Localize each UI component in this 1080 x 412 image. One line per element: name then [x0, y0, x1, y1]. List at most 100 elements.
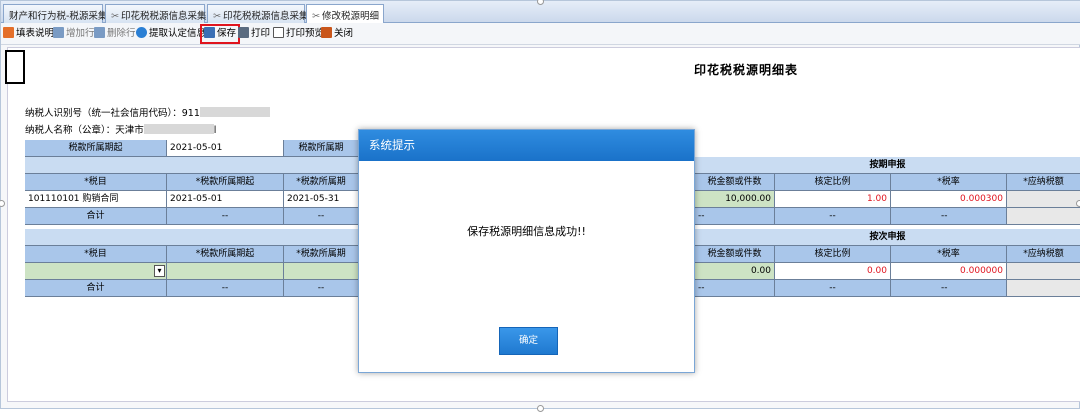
print-preview-button[interactable]: 打印预览	[273, 26, 324, 42]
subtotal-ratio: --	[775, 208, 891, 225]
delete-row-icon	[94, 27, 105, 38]
subtotal-end: --	[284, 208, 359, 225]
button-label: 保存	[217, 28, 237, 39]
redacted-block	[199, 107, 270, 117]
col-ratio-header: 核定比例	[775, 246, 891, 263]
print-button[interactable]: 打印	[238, 26, 270, 42]
taxpayer-name-tail: l	[213, 125, 217, 136]
save-icon	[204, 27, 215, 38]
subtotal-start: --	[167, 208, 284, 225]
row1-amount[interactable]: 10,000.00	[695, 191, 775, 208]
resize-handle[interactable]	[0, 200, 5, 207]
col-rate-header: *税率	[891, 174, 1007, 191]
taxpayer-name-label: 纳税人名称（公章）：天津市	[25, 125, 144, 136]
document-icon	[3, 27, 14, 38]
col-amount-header: 税金额或件数	[695, 246, 775, 263]
tab-label: 印花税税源信息采集	[222, 11, 309, 22]
subtotal-amount: --	[695, 280, 775, 297]
taxpayer-id: 纳税人识别号（统一社会信用代码）：911	[25, 105, 270, 119]
dialog-message: 保存税源明细信息成功!!	[467, 225, 586, 238]
section-band	[25, 229, 359, 246]
row2-ratio[interactable]: 0.00	[775, 263, 891, 280]
row2-rate[interactable]: 0.000000	[891, 263, 1007, 280]
col-payable-header: *应纳税额	[1007, 174, 1080, 191]
col-end-header: *税款所属期	[284, 174, 359, 191]
button-label: 删除行	[107, 28, 136, 39]
exit-icon	[321, 27, 332, 38]
button-label: 填表说明	[16, 28, 55, 39]
col-item-header: *税目	[25, 174, 167, 191]
subtotal-rate: --	[891, 280, 1007, 297]
row2-start[interactable]	[167, 263, 284, 280]
toolbar: 填表说明 增加行 删除行 提取认定信息 保存 打印 打印预览 关闭	[1, 23, 1080, 45]
row1-start[interactable]: 2021-05-01	[167, 191, 284, 208]
period-end-label: 税款所属期	[284, 140, 359, 157]
tab-modify-tax-source[interactable]: ✂ 修改税源明细	[306, 4, 384, 24]
row1-ratio[interactable]: 1.00	[775, 191, 891, 208]
col-rate-header: *税率	[891, 246, 1007, 263]
row2-end[interactable]	[284, 263, 359, 280]
col-end-header: *税款所属期	[284, 246, 359, 263]
tools-icon: ✂	[213, 11, 221, 22]
col-start-header: *税款所属期起	[167, 246, 284, 263]
col-ratio-header: 核定比例	[775, 174, 891, 191]
row1-payable	[1007, 191, 1080, 208]
tools-icon: ✂	[111, 11, 119, 22]
col-item-header: *税目	[25, 246, 167, 263]
app-window: 财产和行为税-税源采集 ✂ 印花税税源信息采集 ✂ 印花税税源信息采集 ✂ 修改税源明…	[0, 0, 1080, 412]
row2-payable	[1007, 263, 1080, 280]
delete-row-button[interactable]: 删除行	[94, 26, 136, 42]
subtotal-amount: --	[695, 208, 775, 225]
resize-handle[interactable]	[1076, 200, 1080, 207]
fetch-info-button[interactable]: 提取认定信息	[136, 26, 206, 42]
tab-property-tax-source[interactable]: 财产和行为税-税源采集	[3, 4, 107, 23]
col-payable-header: *应纳税额	[1007, 246, 1080, 263]
subtotal-ratio: --	[775, 280, 891, 297]
empty-box	[5, 50, 25, 84]
col-amount-header: 税金额或件数	[695, 174, 775, 191]
redacted-block	[143, 124, 214, 134]
subtotal-end: --	[284, 280, 359, 297]
tab-stamp-tax-info-2[interactable]: ✂ 印花税税源信息采集	[207, 4, 308, 23]
row2-item-select[interactable]: ▾	[25, 263, 167, 280]
period-start-value: 2021-05-01	[167, 140, 284, 157]
tab-stamp-tax-info-1[interactable]: ✂ 印花税税源信息采集	[105, 4, 207, 23]
fill-help-button[interactable]: 填表说明	[3, 26, 54, 42]
subtotal-payable	[1007, 280, 1080, 297]
section-periodic-title: 按期申报	[695, 157, 1080, 174]
row1-rate[interactable]: 0.000300	[891, 191, 1007, 208]
subtotal-rate: --	[891, 208, 1007, 225]
close-button[interactable]: 关闭	[321, 26, 353, 42]
row1-end[interactable]: 2021-05-31	[284, 191, 359, 208]
row2-amount[interactable]: 0.00	[695, 263, 775, 280]
add-row-button[interactable]: 增加行	[53, 26, 95, 42]
printer-icon	[238, 27, 249, 38]
add-row-icon	[53, 27, 64, 38]
taxpayer-id-label: 纳税人识别号（统一社会信用代码）：911	[25, 108, 200, 119]
col-start-header: *税款所属期起	[167, 174, 284, 191]
system-message-dialog: 系统提示 保存税源明细信息成功!! 确定	[358, 129, 695, 373]
tab-label: 财产和行为税-税源采集	[9, 11, 108, 22]
chevron-down-icon[interactable]: ▾	[154, 265, 165, 277]
button-label: 关闭	[334, 28, 354, 39]
subtotal-payable	[1007, 208, 1080, 225]
button-label: 打印预览	[286, 28, 325, 39]
button-label: 打印	[251, 28, 271, 39]
save-button[interactable]: 保存	[200, 24, 241, 44]
refresh-icon	[136, 27, 147, 38]
tab-label: 印花税税源信息采集	[120, 11, 207, 22]
button-label: 提取认定信息	[149, 28, 207, 39]
taxpayer-name: 纳税人名称（公章）：天津市 l	[25, 122, 216, 136]
section-per-time-title: 按次申报	[695, 229, 1080, 246]
period-start-label: 税款所属期起	[25, 140, 167, 157]
subtotal-start: --	[167, 280, 284, 297]
subtotal-label: 合计	[25, 208, 167, 225]
preview-icon	[273, 27, 284, 38]
row1-item[interactable]: 101110101 购销合同	[25, 191, 167, 208]
button-label: 增加行	[66, 28, 95, 39]
ok-button[interactable]: 确定	[499, 327, 558, 355]
tools-icon: ✂	[312, 11, 320, 22]
page-title: 印花税税源明细表	[694, 63, 799, 77]
subtotal-label: 合计	[25, 280, 167, 297]
section-band	[25, 157, 359, 174]
